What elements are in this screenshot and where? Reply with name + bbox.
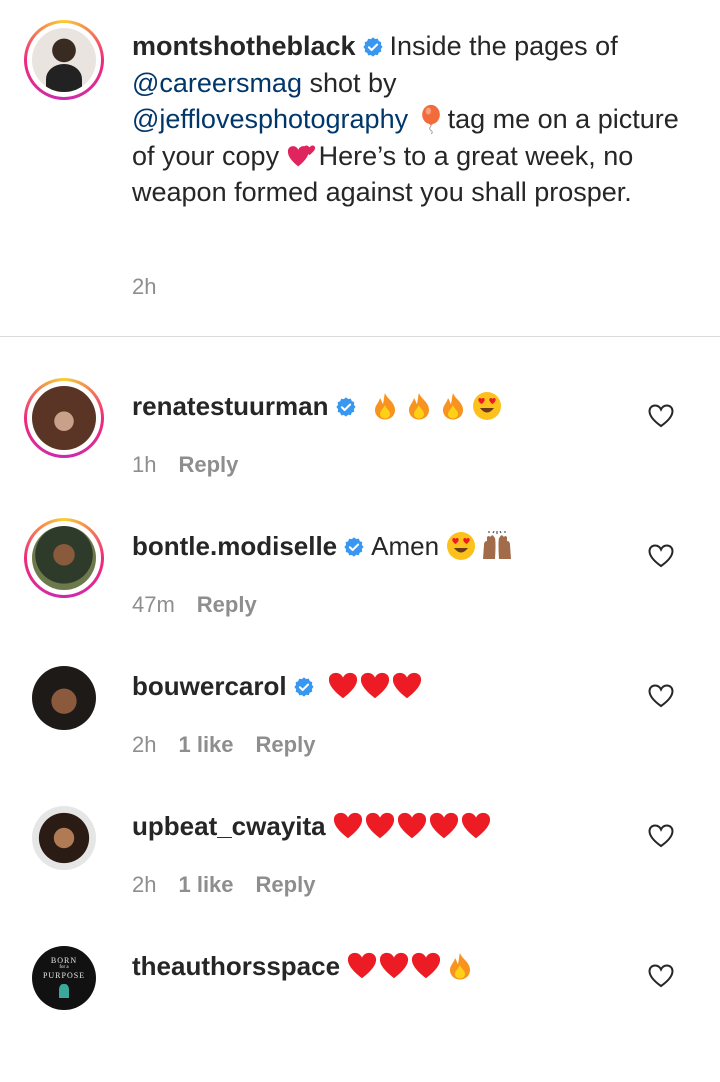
comment-username[interactable]: bouwercarol	[132, 671, 287, 701]
red-heart-icon	[411, 951, 441, 981]
comment-text: bontle.modiselle Amen	[132, 524, 518, 568]
avatar-text: PURPOSE	[42, 971, 86, 980]
comment-username[interactable]: theauthorsspace	[132, 951, 340, 981]
fire-icon	[404, 391, 434, 421]
heart-eyes-icon	[472, 391, 502, 421]
red-heart-icon	[461, 811, 491, 841]
balloon-icon	[416, 104, 446, 134]
reply-button[interactable]: Reply	[178, 452, 238, 477]
avatar-text: BORN	[50, 956, 78, 965]
mention-link[interactable]: @jefflovesphotography	[132, 104, 408, 134]
comment-row: upbeat_cwayita 2h 1 like Reply	[0, 802, 720, 942]
likes-count[interactable]: 1 like	[178, 872, 233, 897]
avatar[interactable]	[32, 666, 112, 746]
like-heart-icon[interactable]	[648, 964, 674, 988]
like-heart-icon[interactable]	[648, 684, 674, 708]
comment-username[interactable]: upbeat_cwayita	[132, 811, 326, 841]
caption-text-1: Inside the pages of	[389, 31, 618, 61]
comment-timestamp: 47m	[132, 592, 175, 617]
verified-icon	[343, 536, 365, 558]
verified-icon	[293, 676, 315, 698]
divider	[0, 336, 720, 337]
avatar-photo	[32, 28, 96, 92]
avatar[interactable]	[32, 806, 112, 886]
caption-username[interactable]: montshotheblack	[132, 31, 356, 61]
reply-button[interactable]: Reply	[256, 872, 316, 897]
like-heart-icon[interactable]	[648, 824, 674, 848]
comment-row: BORN for a PURPOSE theauthorsspace	[0, 942, 720, 1082]
avatar-photo	[32, 806, 96, 870]
like-heart-icon[interactable]	[648, 404, 674, 428]
comment-text: upbeat_cwayita	[132, 804, 495, 848]
comment-meta: 2h 1 like Reply	[132, 732, 337, 758]
comment-username[interactable]: renatestuurman	[132, 391, 329, 421]
comment-meta: 47m Reply	[132, 592, 279, 618]
two-hearts-icon	[287, 141, 317, 171]
avatar[interactable]	[24, 378, 104, 458]
verified-icon	[335, 396, 357, 418]
avatar-photo	[32, 666, 96, 730]
caption-text-2: shot by	[309, 67, 397, 98]
reply-button[interactable]: Reply	[197, 592, 257, 617]
red-heart-icon	[347, 951, 377, 981]
avatar[interactable]	[24, 20, 104, 100]
comment-timestamp: 2h	[132, 872, 157, 897]
avatar[interactable]: BORN for a PURPOSE	[32, 946, 112, 1026]
comment-text: theauthorsspace	[132, 944, 479, 988]
red-heart-icon	[333, 811, 363, 841]
fire-icon	[438, 391, 468, 421]
comment-meta: 2h 1 like Reply	[132, 872, 337, 898]
caption-timestamp: 2h	[132, 274, 157, 299]
red-heart-icon	[397, 811, 427, 841]
like-heart-icon[interactable]	[648, 544, 674, 568]
comment-row: renatestuurman 1h Reply	[0, 378, 720, 522]
red-heart-icon	[429, 811, 459, 841]
avatar-photo: BORN for a PURPOSE	[32, 946, 96, 1010]
avatar-photo	[32, 386, 96, 450]
heart-eyes-icon	[446, 531, 476, 561]
red-heart-icon	[365, 811, 395, 841]
comment-meta: 1h Reply	[132, 452, 260, 478]
comment-timestamp: 2h	[132, 732, 157, 757]
post-caption: montshotheblack Inside the pages of @care…	[0, 0, 720, 336]
verified-icon	[362, 36, 384, 58]
red-heart-icon	[360, 671, 390, 701]
comment-timestamp: 1h	[132, 452, 157, 477]
caption-text: montshotheblack Inside the pages of @care…	[132, 28, 692, 211]
red-heart-icon	[379, 951, 409, 981]
comment-row: bontle.modiselle Amen 47m Reply	[0, 518, 720, 662]
comment-text: renatestuurman	[132, 384, 506, 428]
reply-button[interactable]: Reply	[256, 732, 316, 757]
red-heart-icon	[328, 671, 358, 701]
avatar[interactable]	[24, 518, 104, 598]
comment-text: bouwercarol	[132, 664, 426, 708]
avatar-photo	[32, 526, 96, 590]
comment-body: Amen	[371, 531, 440, 561]
raising-hands-icon	[480, 531, 514, 561]
red-heart-icon	[392, 671, 422, 701]
fire-icon	[370, 391, 400, 421]
comment-username[interactable]: bontle.modiselle	[132, 531, 337, 561]
mention-link[interactable]: @careersmag	[132, 68, 302, 98]
comment-row: bouwercarol 2h 1 like Reply	[0, 662, 720, 802]
fire-icon	[445, 951, 475, 981]
likes-count[interactable]: 1 like	[178, 732, 233, 757]
